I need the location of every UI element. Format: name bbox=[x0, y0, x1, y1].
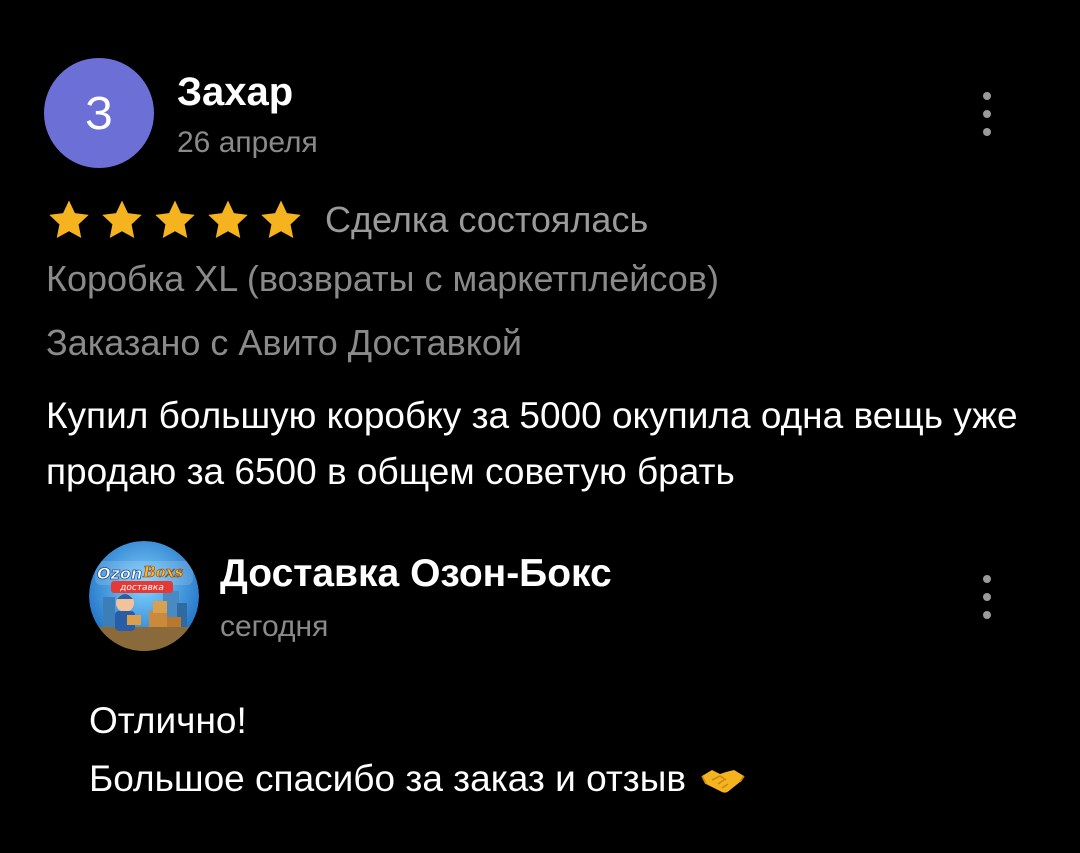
review-card: З Захар 26 апреля Сделка состоялась Коро… bbox=[0, 0, 1080, 853]
reply-date: сегодня bbox=[220, 610, 329, 643]
avatar-letter: З bbox=[85, 87, 113, 139]
review-date: 26 апреля bbox=[177, 126, 318, 159]
reply-text: Большое спасибо за заказ и отзыв bbox=[89, 758, 687, 799]
rating-stars bbox=[46, 197, 311, 243]
author-name[interactable]: Захар bbox=[177, 70, 293, 115]
reply-text-line-2: Большое спасибо за заказ и отзыв bbox=[89, 758, 746, 800]
product-title[interactable]: Коробка XL (возвраты с маркетплейсов) bbox=[46, 258, 719, 300]
handshake-icon bbox=[701, 770, 745, 793]
seller-logo-text-3: доставка bbox=[119, 583, 164, 593]
star-icon bbox=[261, 200, 301, 239]
seller-logo[interactable]: Ozon Boxs доставка bbox=[89, 541, 199, 651]
star-icon bbox=[49, 200, 89, 239]
delivery-method: Заказано с Авито Доставкой bbox=[46, 322, 523, 363]
seller-name[interactable]: Доставка Озон-Бокс bbox=[220, 552, 612, 596]
seller-logo-image: Ozon Boxs доставка bbox=[89, 541, 199, 651]
review-more-menu-icon[interactable] bbox=[975, 92, 999, 136]
star-icon bbox=[102, 200, 142, 239]
reply-more-menu-icon[interactable] bbox=[975, 575, 999, 619]
rating-row: Сделка состоялась bbox=[46, 196, 648, 244]
seller-logo-text-1: Ozon bbox=[97, 564, 142, 583]
star-icon bbox=[208, 200, 248, 239]
avatar[interactable]: З bbox=[44, 58, 154, 168]
reply-text-line-1: Отлично! bbox=[89, 700, 247, 741]
star-icon bbox=[155, 200, 195, 239]
review-text: Купил большую коробку за 5000 окупила од… bbox=[46, 395, 1018, 492]
seller-logo-text-2: Boxs bbox=[142, 563, 184, 581]
deal-status: Сделка состоялась bbox=[325, 199, 649, 240]
